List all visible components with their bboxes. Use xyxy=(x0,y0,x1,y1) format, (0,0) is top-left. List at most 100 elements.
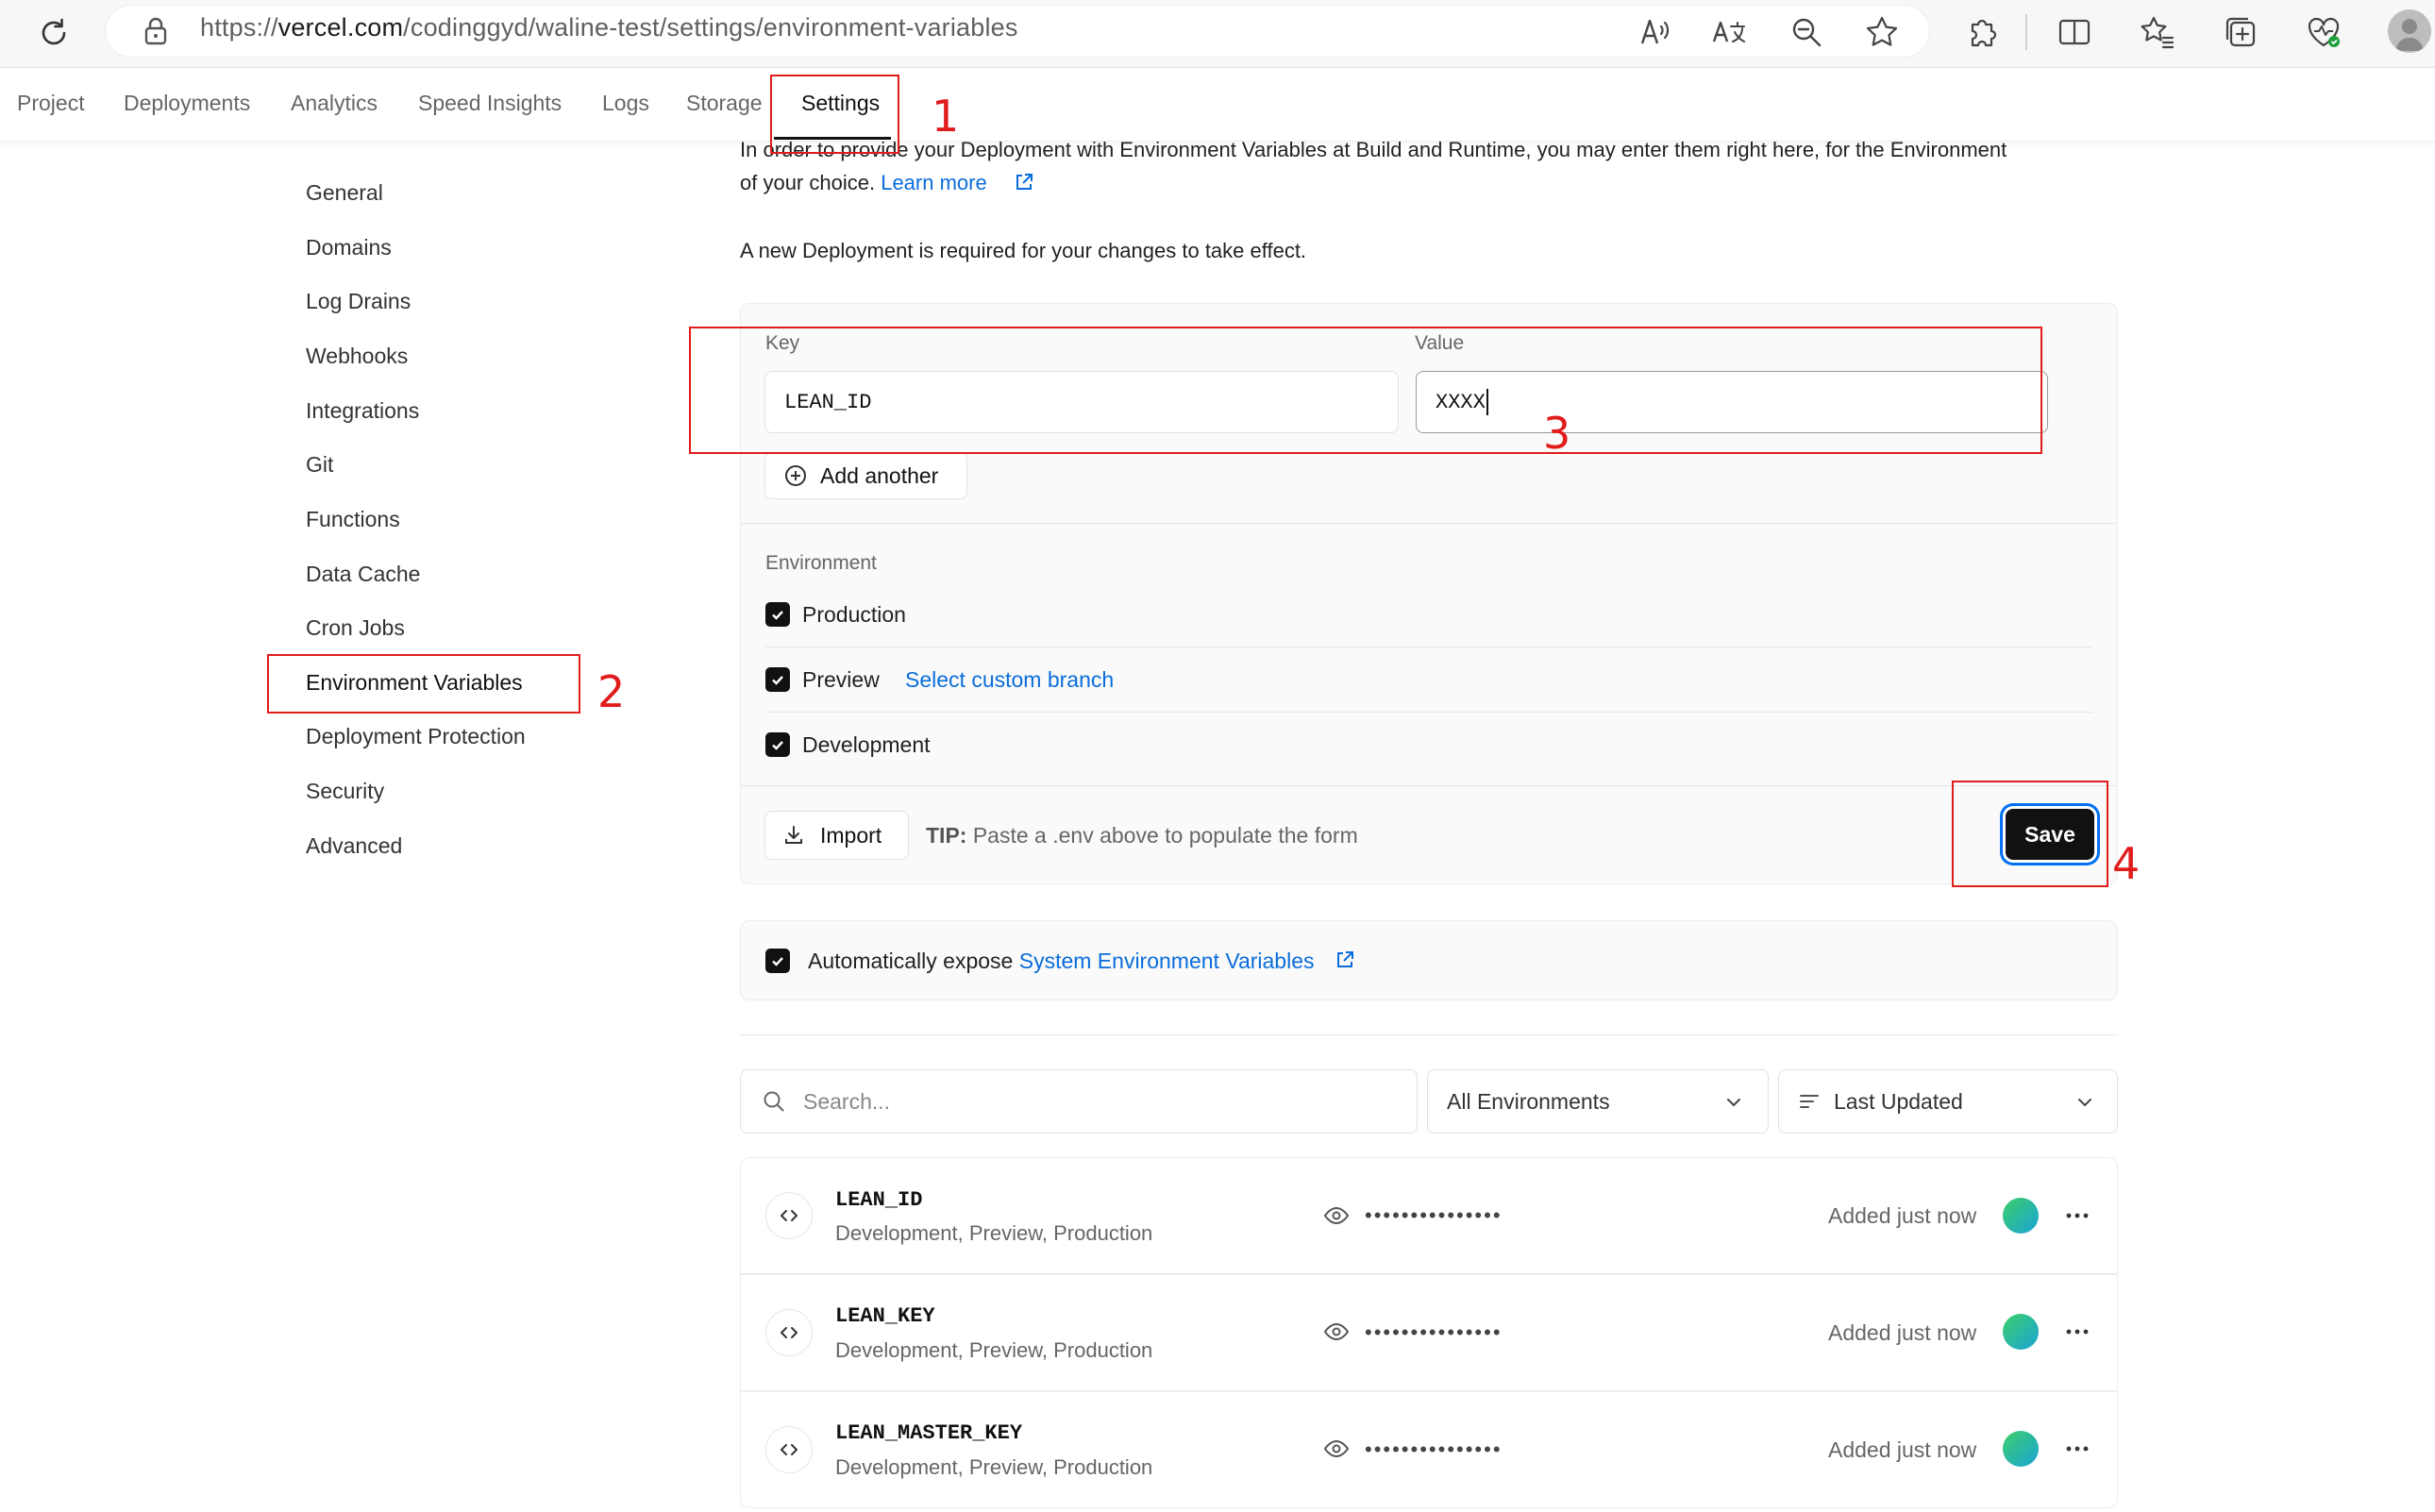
masked-value: ••••••••••••••• xyxy=(1365,1320,1503,1344)
section-divider xyxy=(740,1034,2118,1035)
tip-message: Paste a .env above to populate the form xyxy=(972,823,1358,848)
import-label: Import xyxy=(820,822,882,848)
zoom-out-icon[interactable] xyxy=(1788,13,1825,51)
external-link-icon[interactable] xyxy=(1014,172,1034,193)
sidebar-item-security[interactable]: Security xyxy=(306,779,384,804)
annotation-number-4: 4 xyxy=(2112,838,2141,889)
annotation-box-env-vars xyxy=(267,654,580,714)
tab-speed-insights[interactable]: Speed Insights xyxy=(418,91,562,116)
variable-environments: Development, Preview, Production xyxy=(835,1455,1153,1479)
search-placeholder: Search... xyxy=(803,1088,891,1114)
variable-key: LEAN_ID xyxy=(835,1188,923,1212)
more-options-icon[interactable] xyxy=(2063,1436,2091,1461)
sort-lines-icon xyxy=(1798,1090,1821,1113)
tab-deployments[interactable]: Deployments xyxy=(124,91,250,116)
learn-more-link[interactable]: Learn more xyxy=(881,171,987,194)
sidebar-item-log-drains[interactable]: Log Drains xyxy=(306,289,411,314)
code-icon xyxy=(765,1426,813,1473)
sort-value: Last Updated xyxy=(1834,1088,1963,1114)
auto-expose-label: Automatically expose xyxy=(808,949,1014,973)
updated-text: Added just now xyxy=(1828,1320,1977,1345)
more-options-icon[interactable] xyxy=(2063,1203,2091,1228)
tip-text: TIP: Paste a .env above to populate the … xyxy=(926,823,1358,848)
eye-icon[interactable] xyxy=(1323,1437,1350,1460)
eye-icon[interactable] xyxy=(1323,1320,1350,1343)
url-text[interactable]: https://vercel.com/codinggyd/waline-test… xyxy=(200,13,1018,42)
sidebar-item-advanced[interactable]: Advanced xyxy=(306,833,402,859)
sidebar-item-deployment-protection[interactable]: Deployment Protection xyxy=(306,724,526,749)
profile-avatar[interactable] xyxy=(2388,9,2431,53)
auto-expose-checkbox[interactable] xyxy=(765,949,790,973)
split-screen-icon[interactable] xyxy=(2056,13,2093,51)
sidebar-item-data-cache[interactable]: Data Cache xyxy=(306,562,420,587)
tab-project[interactable]: Project xyxy=(17,91,85,116)
form-divider xyxy=(741,523,2117,524)
annotation-box-save xyxy=(1952,781,2108,887)
favorites-icon[interactable] xyxy=(2139,13,2176,51)
variable-key: LEAN_KEY xyxy=(835,1304,935,1328)
annotation-number-1: 1 xyxy=(932,91,960,142)
deployment-notice: A new Deployment is required for your ch… xyxy=(740,239,1307,262)
extensions-icon[interactable] xyxy=(1963,13,2001,51)
plus-circle-icon xyxy=(784,464,807,487)
preview-label: Preview xyxy=(802,667,880,692)
external-link-icon[interactable] xyxy=(1335,949,1355,970)
search-icon xyxy=(762,1089,786,1114)
read-aloud-icon[interactable] xyxy=(1637,13,1674,51)
system-env-vars-link[interactable]: System Environment Variables xyxy=(1019,949,1315,973)
production-checkbox[interactable] xyxy=(765,602,790,627)
reload-icon[interactable] xyxy=(36,15,72,51)
add-another-label: Add another xyxy=(820,462,939,488)
code-icon xyxy=(765,1192,813,1239)
intro-text-line-2: of your choice. Learn more xyxy=(740,171,987,195)
variable-key: LEAN_MASTER_KEY xyxy=(835,1421,1023,1445)
form-footer-divider xyxy=(741,785,2117,786)
auto-expose-text: Automatically expose System Environment … xyxy=(808,949,1315,974)
environment-filter-select[interactable]: All Environments xyxy=(1427,1069,1769,1134)
more-options-icon[interactable] xyxy=(2063,1319,2091,1344)
import-button[interactable]: Import xyxy=(764,811,909,860)
environment-filter-value: All Environments xyxy=(1447,1088,1610,1114)
variable-environments: Development, Preview, Production xyxy=(835,1338,1153,1362)
development-label: Development xyxy=(802,732,931,757)
preview-checkbox[interactable] xyxy=(765,667,790,692)
browser-essentials-icon[interactable] xyxy=(2305,13,2343,51)
environment-label: Environment xyxy=(765,552,877,574)
annotation-number-2: 2 xyxy=(597,666,626,717)
env-divider xyxy=(765,712,2092,713)
tab-storage[interactable]: Storage xyxy=(686,91,763,116)
chevron-down-icon xyxy=(2074,1092,2095,1113)
sidebar-item-general[interactable]: General xyxy=(306,180,383,206)
code-icon xyxy=(765,1309,813,1356)
eye-icon[interactable] xyxy=(1323,1204,1350,1227)
sidebar-item-webhooks[interactable]: Webhooks xyxy=(306,344,408,369)
annotation-box-settings xyxy=(770,75,899,154)
masked-value: ••••••••••••••• xyxy=(1365,1437,1503,1461)
sidebar-item-cron-jobs[interactable]: Cron Jobs xyxy=(306,615,405,641)
updated-text: Added just now xyxy=(1828,1437,1977,1462)
sidebar-item-git[interactable]: Git xyxy=(306,452,333,478)
annotation-number-3: 3 xyxy=(1543,408,1571,459)
search-input[interactable]: Search... xyxy=(740,1069,1418,1134)
annotation-box-key-value xyxy=(689,327,2042,454)
development-checkbox[interactable] xyxy=(765,732,790,757)
updated-text: Added just now xyxy=(1828,1203,1977,1228)
tip-label: TIP: xyxy=(926,823,967,848)
variable-environments: Development, Preview, Production xyxy=(835,1221,1153,1245)
sidebar-item-functions[interactable]: Functions xyxy=(306,507,400,532)
intro-text-tail: of your choice. xyxy=(740,171,876,194)
translate-icon[interactable] xyxy=(1710,13,1748,51)
select-custom-branch-link[interactable]: Select custom branch xyxy=(905,667,1114,693)
add-another-button[interactable]: Add another xyxy=(764,452,967,499)
collections-icon[interactable] xyxy=(2222,13,2259,51)
sidebar-item-integrations[interactable]: Integrations xyxy=(306,398,419,424)
tab-logs[interactable]: Logs xyxy=(602,91,649,116)
tab-analytics[interactable]: Analytics xyxy=(291,91,378,116)
sort-select[interactable]: Last Updated xyxy=(1778,1069,2118,1134)
lock-icon[interactable] xyxy=(142,15,170,47)
avatar xyxy=(2003,1431,2039,1467)
favorite-star-icon[interactable] xyxy=(1863,13,1901,51)
sidebar-item-domains[interactable]: Domains xyxy=(306,235,392,260)
download-icon xyxy=(782,824,805,847)
toolbar-divider xyxy=(2025,14,2027,50)
